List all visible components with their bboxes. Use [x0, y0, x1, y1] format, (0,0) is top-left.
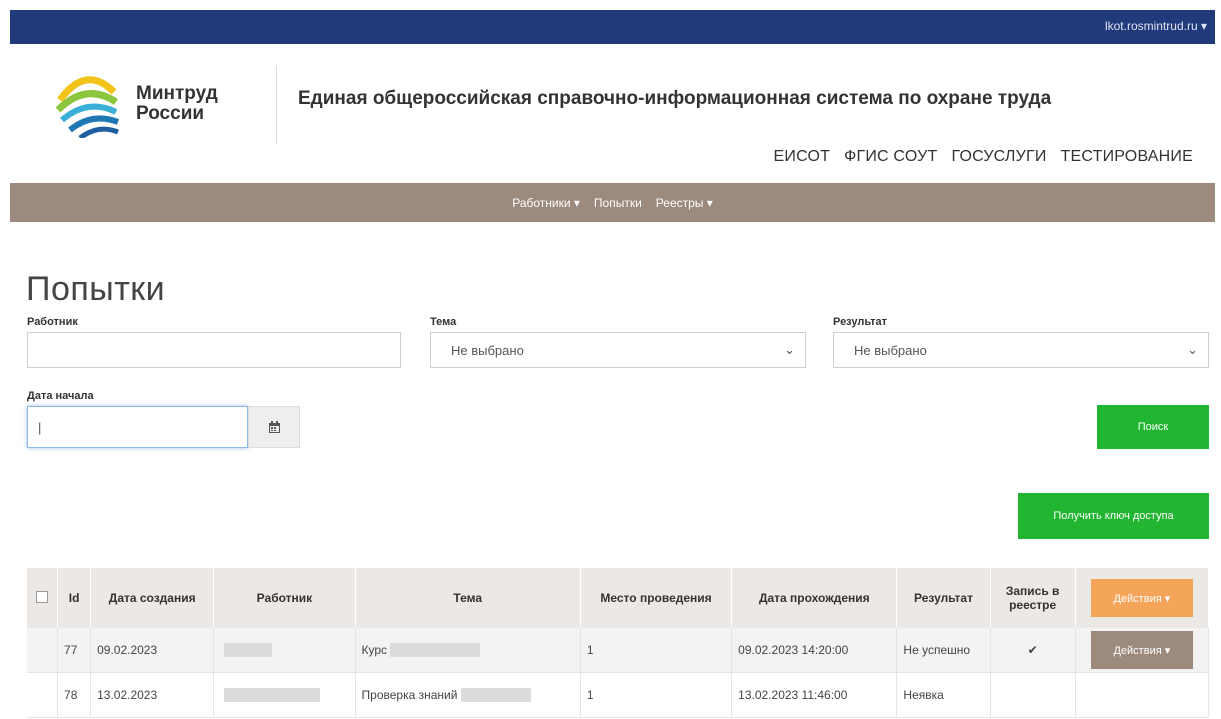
- topic-label: Тема: [430, 316, 457, 328]
- cell-topic: Проверка знаний: [355, 672, 581, 718]
- search-button[interactable]: Поиск: [1097, 405, 1209, 449]
- table-row[interactable]: 77 09.02.2023 Курс 1 09.02.2023 14:20:00…: [27, 628, 1210, 673]
- calendar-icon: [268, 420, 280, 433]
- cell-actions: [1075, 672, 1210, 718]
- cell-registry: ✔: [990, 628, 1076, 673]
- topic-select-value: Не выбрано: [451, 342, 524, 358]
- topic-text: Проверка знаний: [361, 687, 458, 702]
- redacted-topic: [460, 688, 531, 703]
- nav-attempts[interactable]: Попытки: [594, 196, 642, 210]
- start-date-input[interactable]: |: [27, 406, 248, 448]
- cell-topic: Курс: [355, 628, 581, 673]
- select-all-cell: [27, 568, 59, 628]
- top-bar: lkot.rosmintrud.ru ▾: [10, 10, 1215, 44]
- worker-label: Работник: [27, 316, 78, 328]
- text-cursor: |: [38, 419, 42, 435]
- mintrud-logo-icon: [55, 76, 120, 138]
- cell-worker: [213, 628, 356, 673]
- page-title: Попытки: [26, 269, 166, 308]
- cell-place: 1: [580, 628, 733, 673]
- redacted-worker: [224, 688, 321, 703]
- col-result[interactable]: Результат: [896, 568, 991, 628]
- cell-result: Неявка: [896, 672, 991, 718]
- col-passed[interactable]: Дата прохождения: [731, 568, 898, 628]
- ext-nav-testing[interactable]: ТЕСТИРОВАНИЕ: [1061, 148, 1193, 166]
- col-actions: Действия ▾: [1075, 568, 1210, 628]
- bulk-actions-button[interactable]: Действия ▾: [1090, 579, 1193, 617]
- redacted-worker: [224, 643, 273, 658]
- attempts-table: Id Дата создания Работник Тема Место про…: [27, 568, 1210, 718]
- table-header-row: Id Дата создания Работник Тема Место про…: [27, 568, 1210, 628]
- result-select[interactable]: Не выбрано ⌄: [833, 332, 1209, 368]
- start-date-label: Дата начала: [27, 390, 94, 402]
- external-nav: ЕИСОТ ФГИС СОУТ ГОСУСЛУГИ ТЕСТИРОВАНИЕ: [774, 148, 1193, 166]
- col-id[interactable]: Id: [57, 568, 92, 628]
- cell-created: 13.02.2023: [90, 672, 215, 718]
- col-worker[interactable]: Работник: [213, 568, 356, 628]
- result-label: Результат: [833, 316, 888, 328]
- chevron-down-icon: ⌄: [1187, 342, 1198, 357]
- worker-input[interactable]: [27, 332, 401, 368]
- cell-id: 78: [57, 672, 92, 718]
- cell-created: 09.02.2023: [90, 628, 215, 673]
- cell-place: 1: [580, 672, 733, 718]
- row-actions-button[interactable]: Действия ▾: [1090, 631, 1193, 669]
- select-all-checkbox[interactable]: [36, 590, 49, 603]
- ext-nav-fgis-sout[interactable]: ФГИС СОУТ: [844, 148, 937, 166]
- topic-select[interactable]: Не выбрано ⌄: [430, 332, 806, 368]
- cell-id: 77: [57, 628, 92, 673]
- cell-actions: Действия ▾: [1075, 628, 1210, 673]
- cell-worker: [213, 672, 356, 718]
- col-registry[interactable]: Запись в реестре: [990, 568, 1076, 628]
- cell-passed: 13.02.2023 11:46:00: [731, 672, 898, 718]
- cell-registry: [990, 672, 1076, 718]
- get-access-key-button[interactable]: Получить ключ доступа: [1018, 493, 1209, 539]
- col-registry-label: Запись в реестре: [1005, 584, 1060, 612]
- col-topic[interactable]: Тема: [355, 568, 581, 628]
- cell-result: Не успешно: [896, 628, 991, 673]
- row-checkbox-cell: [27, 672, 59, 718]
- col-created[interactable]: Дата создания: [90, 568, 215, 628]
- row-checkbox-cell: [27, 628, 59, 673]
- cell-passed: 09.02.2023 14:20:00: [731, 628, 898, 673]
- topic-text: Курс: [361, 642, 388, 657]
- ext-nav-gosuslugi[interactable]: ГОСУСЛУГИ: [951, 148, 1046, 166]
- brand-name: Минтруд России: [136, 83, 218, 124]
- table-row[interactable]: 78 13.02.2023 Проверка знаний 1 13.02.20…: [27, 672, 1210, 718]
- nav-workers[interactable]: Работники ▾: [512, 196, 580, 210]
- header-divider: [276, 66, 277, 144]
- chevron-down-icon: ⌄: [784, 342, 795, 357]
- ext-nav-eisot[interactable]: ЕИСОТ: [774, 148, 831, 166]
- main-nav: Работники ▾ Попытки Реестры ▾: [10, 183, 1215, 222]
- result-select-value: Не выбрано: [854, 342, 927, 358]
- system-title: Единая общероссийская справочно-информац…: [298, 88, 1052, 109]
- nav-registries[interactable]: Реестры ▾: [656, 196, 713, 210]
- redacted-topic: [390, 643, 481, 658]
- user-menu[interactable]: lkot.rosmintrud.ru ▾: [1105, 19, 1207, 33]
- calendar-button[interactable]: [248, 406, 300, 448]
- col-place[interactable]: Место проведения: [580, 568, 733, 628]
- page-margin: [0, 0, 10, 719]
